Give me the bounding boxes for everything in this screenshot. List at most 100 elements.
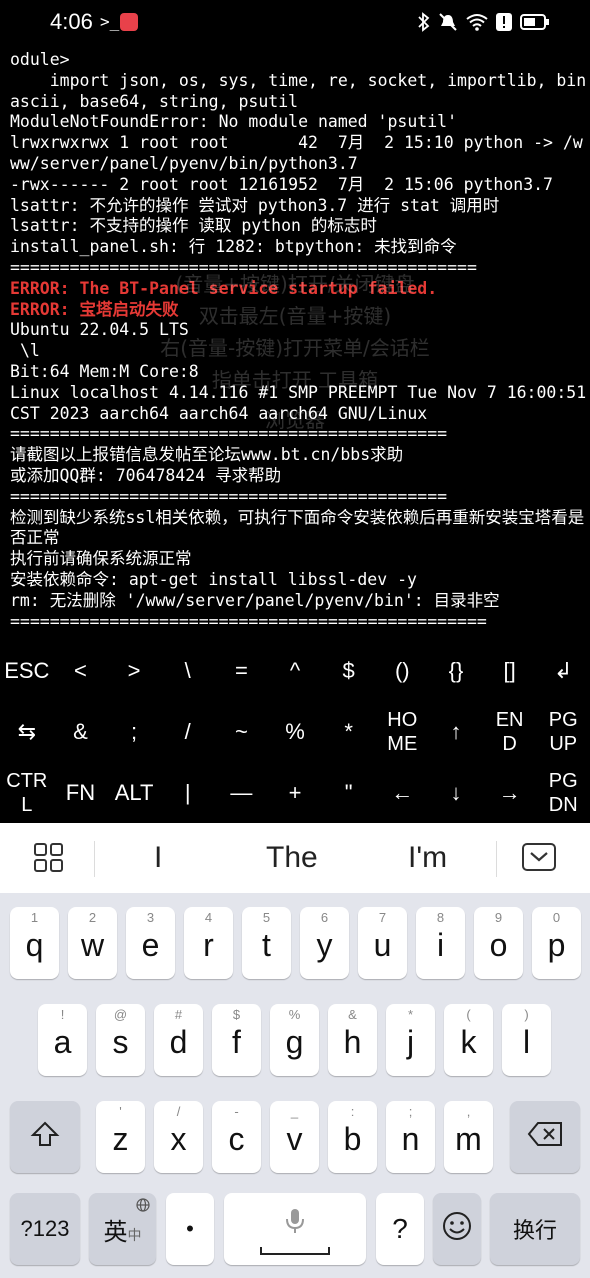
terminal-line: lsattr: 不允许的操作 尝试对 python3.7 进行 stat 调用时 [10, 195, 500, 215]
letter-key[interactable]: 6y [300, 907, 349, 979]
status-icons [418, 12, 550, 36]
extra-key[interactable]: ↓ [429, 762, 483, 823]
key-letter: z [112, 1121, 129, 1157]
period-key[interactable]: • [166, 1193, 214, 1265]
letter-key[interactable]: / x [154, 1101, 203, 1173]
enter-key[interactable]: 换行 [490, 1193, 580, 1265]
letter-key[interactable]: ! a [38, 1004, 87, 1076]
overlay-hint-2: 双击最左(音量+按键) [198, 304, 392, 328]
extra-key[interactable]: = [215, 640, 269, 701]
extra-key[interactable]: ↑ [429, 701, 483, 762]
letter-key[interactable]: ,m [444, 1101, 493, 1173]
hide-keyboard-icon[interactable] [522, 843, 556, 875]
key-letter: m [455, 1121, 482, 1157]
extra-key[interactable]: FN [54, 762, 108, 823]
extra-key[interactable]: PG DN [536, 762, 590, 823]
extra-key[interactable]: " [322, 762, 376, 823]
letter-key[interactable]: 2w [68, 907, 117, 979]
letter-key[interactable]: 3e [126, 907, 175, 979]
extra-key[interactable]: ALT [107, 762, 161, 823]
extra-key[interactable]: < [54, 640, 108, 701]
letter-key[interactable]: ' z [96, 1101, 145, 1173]
letter-key[interactable]: ) l [502, 1004, 551, 1076]
terminal-line: odule> [10, 50, 70, 69]
terminal-line: lrwxrwxrwx 1 root root 42 7月 2 15:10 pyt… [10, 133, 583, 173]
suggestion-2[interactable]: The [266, 841, 318, 875]
extra-key[interactable]: + [268, 762, 322, 823]
key-hint: , [466, 1104, 471, 1119]
terminal-app-icon: >_ [100, 12, 120, 31]
letter-key[interactable]: # d [154, 1004, 203, 1076]
extra-key[interactable]: & [54, 701, 108, 762]
letter-key[interactable]: & h [328, 1004, 377, 1076]
divider [94, 841, 95, 877]
key-hint: 3 [146, 910, 155, 925]
key-hint: 4 [204, 910, 213, 925]
letter-key[interactable]: _ v [270, 1101, 319, 1173]
extra-key[interactable]: ⇆ [0, 701, 54, 762]
language-key[interactable]: 英中 [89, 1193, 156, 1265]
key-letter: q [25, 927, 44, 963]
extra-key[interactable]: ~ [215, 701, 269, 762]
numbers-key[interactable]: ?123 [10, 1193, 80, 1265]
extra-key[interactable]: EN D [483, 701, 537, 762]
space-key[interactable] [224, 1193, 366, 1265]
key-hint: : [350, 1104, 355, 1119]
letter-key[interactable]: @ s [96, 1004, 145, 1076]
key-hint: 5 [262, 910, 271, 925]
terminal-line: -rwx------ 2 root root 12161952 7月 2 15:… [10, 174, 553, 194]
extra-key[interactable]: > [107, 640, 161, 701]
extra-key[interactable]: ← [375, 762, 429, 823]
letter-key[interactable]: 5t [242, 907, 291, 979]
letter-key[interactable]: $ f [212, 1004, 261, 1076]
extra-key[interactable]: — [215, 762, 269, 823]
shift-key[interactable] [10, 1101, 80, 1173]
letter-key[interactable]: % g [270, 1004, 319, 1076]
notification-app-icon [120, 13, 138, 31]
letter-key[interactable]: 1q [10, 907, 59, 979]
period-key-label: • [186, 1216, 194, 1241]
key-letter: u [373, 927, 392, 963]
letter-key[interactable]: -c [212, 1101, 261, 1173]
key-letter: f [232, 1024, 241, 1060]
emoji-icon [442, 1211, 472, 1247]
extra-key[interactable]: / [161, 701, 215, 762]
extra-key[interactable]: CTR L [0, 762, 54, 823]
letter-key[interactable]: 0p [532, 907, 581, 979]
letter-key[interactable]: :b [328, 1101, 377, 1173]
extra-key[interactable]: | [161, 762, 215, 823]
extra-key[interactable]: ; [107, 701, 161, 762]
emoji-key[interactable] [433, 1193, 481, 1265]
key-letter: v [286, 1121, 303, 1157]
letter-key[interactable]: 4r [184, 907, 233, 979]
letter-key[interactable]: ; n [386, 1101, 435, 1173]
extra-key[interactable]: ↲ [536, 640, 590, 701]
extra-key[interactable]: () [375, 640, 429, 701]
letter-key[interactable]: 9o [474, 907, 523, 979]
extra-key[interactable]: [] [483, 640, 537, 701]
suggestion-3[interactable]: I'm [408, 841, 447, 875]
key-hint: ! [60, 1007, 65, 1022]
extra-key[interactable]: \ [161, 640, 215, 701]
letter-key[interactable]: 7u [358, 907, 407, 979]
extra-key[interactable]: HO ME [375, 701, 429, 762]
extra-key[interactable]: {} [429, 640, 483, 701]
space-bar-icon [260, 1241, 330, 1260]
letter-key[interactable]: 8i [416, 907, 465, 979]
battery-icon [520, 13, 550, 35]
extra-key[interactable]: % [268, 701, 322, 762]
extra-key[interactable]: $ [322, 640, 376, 701]
backspace-key[interactable] [510, 1101, 580, 1173]
letter-key[interactable]: * j [386, 1004, 435, 1076]
extra-key[interactable]: → [483, 762, 537, 823]
suggestion-1[interactable]: I [154, 841, 162, 875]
keyboard-menu-icon[interactable] [34, 843, 64, 877]
question-key[interactable]: ? [376, 1193, 424, 1265]
extra-key[interactable]: ESC [0, 640, 54, 701]
extra-key[interactable]: PG UP [536, 701, 590, 762]
key-hint: # [174, 1007, 183, 1022]
extra-key[interactable]: * [322, 701, 376, 762]
letter-key[interactable]: (k [444, 1004, 493, 1076]
extra-key[interactable]: ^ [268, 640, 322, 701]
key-hint: 2 [88, 910, 97, 925]
